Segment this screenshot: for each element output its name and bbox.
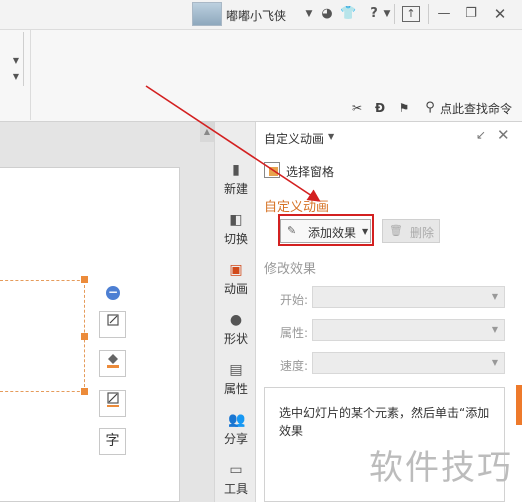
chevron-down-icon[interactable]: ▼ (13, 72, 19, 81)
shape-icon: ● (229, 312, 243, 328)
shirt-icon[interactable]: 👕 (340, 5, 356, 23)
side-item-shape[interactable]: ● 形状 (215, 308, 257, 356)
side-item-label: 工具 (223, 482, 248, 496)
property-label: 属性: (280, 326, 309, 340)
property-select[interactable]: ▼ (312, 319, 505, 341)
speed-select[interactable]: ▼ (312, 352, 505, 374)
tools-icon: ▭ (229, 462, 243, 478)
ribbon: ▼ ▼ ✂ Ð ⚑ ⚲ 点此查找命令 (0, 30, 522, 122)
chevron-down-icon: ▼ (491, 292, 498, 301)
scrollbar-thumb[interactable] (516, 385, 522, 425)
side-item-label: 形状 (223, 332, 248, 346)
resize-handle[interactable] (81, 333, 88, 340)
side-item-label: 新建 (223, 182, 248, 196)
side-item-new[interactable]: ▮ 新建 (215, 158, 257, 206)
user-avatar[interactable] (192, 2, 222, 26)
expand-icon[interactable]: ↙ (476, 128, 486, 142)
chevron-down-icon[interactable]: ▼ (304, 5, 314, 23)
new-doc-icon: ▮ (232, 162, 240, 178)
crop-icon[interactable] (99, 311, 126, 338)
side-item-label: 属性 (223, 382, 248, 396)
flag-icon[interactable]: ⚑ (396, 100, 412, 116)
skin-icon[interactable]: ◕ (319, 5, 335, 23)
side-item-transition[interactable]: ◧ 切换 (215, 208, 257, 256)
chevron-down-icon[interactable]: ▼ (328, 132, 334, 141)
chevron-down-icon: ▼ (491, 325, 498, 334)
chevron-down-icon: ▼ (491, 358, 498, 367)
upload-icon[interactable]: ↑ (402, 6, 420, 22)
chevron-down-icon[interactable]: ▼ (382, 5, 392, 23)
line-style-icon[interactable] (99, 390, 126, 417)
resize-handle[interactable] (81, 276, 88, 283)
side-item-label: 动画 (223, 282, 248, 296)
user-name[interactable]: 嘟嘟小飞侠 (226, 7, 286, 24)
section-heading: 修改效果 (264, 262, 317, 277)
search-icon[interactable]: ⚲ (422, 100, 438, 116)
search-command-button[interactable]: 点此查找命令 (440, 100, 512, 117)
side-toolbar: ▮ 新建 ◧ 切换 ▣ 动画 ● 形状 ▤ 属性 👥 分享 ▭ 工具 (214, 122, 256, 502)
delete-label: 删除 (410, 226, 435, 240)
divider (428, 4, 429, 24)
select-pane-label: 选择窗格 (286, 165, 335, 179)
side-item-label: 分享 (223, 432, 248, 446)
font-size-combo[interactable]: ▼ ▼ (0, 32, 24, 86)
maximize-icon[interactable]: ❐ (464, 5, 478, 23)
d-icon[interactable]: Ð (372, 100, 388, 116)
side-item-animation[interactable]: ▣ 动画 (215, 258, 257, 306)
share-icon: 👥 (228, 412, 246, 428)
transition-icon: ◧ (229, 212, 243, 228)
side-item-properties[interactable]: ▤ 属性 (215, 358, 257, 406)
chevron-down-icon[interactable]: ▼ (13, 56, 19, 65)
close-icon[interactable]: ✕ (497, 126, 510, 144)
selected-placeholder[interactable] (0, 280, 85, 392)
speed-label: 速度: (280, 359, 309, 373)
hint-text: 选中幻灯片的某个元素，然后单击“添加效果 (279, 406, 490, 438)
pin-icon[interactable]: ✂ (349, 100, 365, 116)
divider (394, 4, 395, 24)
side-item-label: 切换 (223, 232, 248, 246)
trash-icon: 🗑 (389, 224, 403, 237)
properties-icon: ▤ (229, 362, 243, 378)
select-pane-icon (264, 162, 280, 178)
text-wrap-icon[interactable]: 字 (99, 428, 126, 455)
slide[interactable]: − 字 (0, 167, 180, 502)
close-icon[interactable]: ✕ (493, 5, 507, 23)
scroll-up-button[interactable]: ▲ (200, 122, 214, 142)
fill-icon[interactable] (99, 350, 126, 377)
slide-canvas-area: − 字 ▲ (0, 122, 214, 502)
help-icon[interactable]: ? (366, 5, 382, 23)
start-label: 开始: (280, 293, 309, 307)
highlight-box (278, 214, 374, 246)
section-heading: 自定义动画 (264, 200, 330, 215)
collapse-button[interactable]: − (106, 286, 120, 300)
delete-button[interactable]: 🗑 删除 (382, 219, 440, 243)
side-item-share[interactable]: 👥 分享 (215, 408, 257, 456)
divider (30, 30, 31, 120)
pane-title[interactable]: 自定义动画 (264, 130, 324, 147)
animation-icon: ▣ (229, 262, 243, 278)
minimize-icon[interactable]: — (437, 5, 451, 23)
start-select[interactable]: ▼ (312, 286, 505, 308)
watermark: 软件技巧 (369, 448, 513, 488)
side-item-tools[interactable]: ▭ 工具 (215, 458, 257, 502)
resize-handle[interactable] (81, 388, 88, 395)
title-bar: 嘟嘟小飞侠 ▼ ◕ 👕 ? ▼ ↑ — ❐ ✕ (0, 0, 522, 30)
